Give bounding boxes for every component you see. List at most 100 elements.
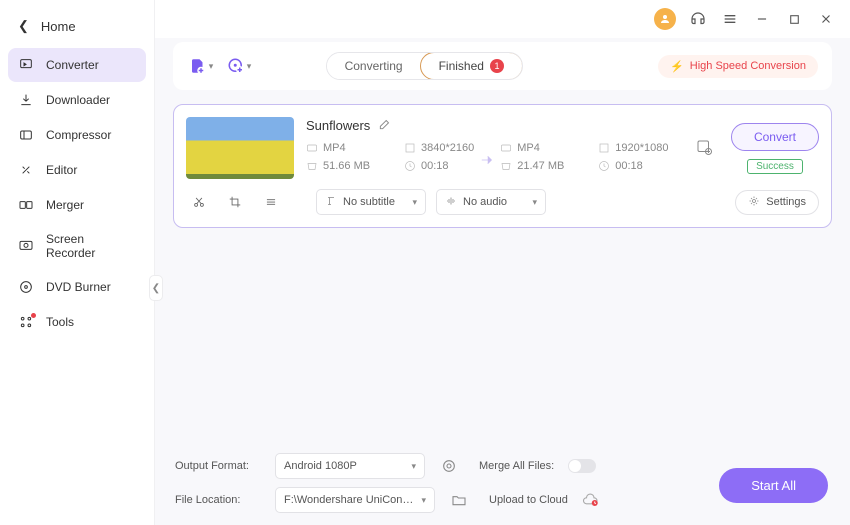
file-location-label: File Location: (175, 494, 261, 506)
user-avatar[interactable] (654, 8, 676, 30)
sidebar-item-downloader[interactable]: Downloader (8, 83, 146, 117)
tab-label: Converting (345, 59, 403, 73)
tools-icon (18, 314, 34, 330)
settings-label: Settings (766, 196, 806, 208)
task-card: Sunflowers MP4 3840*2160 51.66 MB 00:18 (173, 104, 832, 228)
subtitle-icon (325, 195, 337, 210)
sidebar-item-converter[interactable]: Converter (8, 48, 146, 82)
chevron-down-icon: ▾ (411, 461, 416, 472)
sidebar-item-tools[interactable]: Tools (8, 305, 146, 339)
src-duration: 00:18 (421, 160, 449, 172)
main: ▾ ▾ Converting Finished 1 ⚡ High Speed C… (155, 0, 850, 525)
edit-title-icon[interactable] (378, 117, 392, 134)
sidebar-label: Screen Recorder (46, 232, 136, 260)
task-settings-button[interactable]: Settings (735, 190, 819, 215)
video-thumbnail[interactable] (186, 117, 294, 179)
tabs: Converting Finished 1 (326, 52, 523, 80)
merge-label: Merge All Files: (479, 460, 554, 472)
back-home[interactable]: ❮ Home (8, 12, 146, 40)
chevron-down-icon: ▾ (412, 197, 417, 208)
bolt-icon: ⚡ (670, 60, 684, 73)
dst-resolution: 1920*1080 (615, 142, 668, 154)
task-info: Sunflowers MP4 3840*2160 51.66 MB 00:18 (306, 117, 677, 179)
file-location-select[interactable]: F:\Wondershare UniConverter 1 ▾ (275, 487, 435, 513)
sidebar-item-compressor[interactable]: Compressor (8, 118, 146, 152)
back-label: Home (41, 19, 76, 34)
trim-icon[interactable] (186, 190, 212, 214)
nav-list: Converter Downloader Compressor Editor M… (8, 48, 146, 339)
support-icon[interactable] (688, 9, 708, 29)
add-file-icon (189, 57, 207, 75)
finished-count-badge: 1 (490, 59, 504, 73)
tab-converting[interactable]: Converting (327, 53, 421, 79)
collapse-sidebar[interactable]: ❮ (149, 275, 163, 301)
audio-select[interactable]: No audio ▾ (436, 189, 546, 215)
sidebar: ❮ Home Converter Downloader Compressor E… (0, 0, 155, 525)
dvd-burner-icon (18, 279, 34, 295)
chevron-left-icon: ❮ (18, 18, 29, 34)
chevron-down-icon: ▾ (209, 61, 214, 72)
editor-icon (18, 162, 34, 178)
downloader-icon (18, 92, 34, 108)
chevron-down-icon: ▾ (247, 61, 252, 72)
src-size: 51.66 MB (323, 160, 370, 172)
dst-format: MP4 (517, 142, 540, 154)
output-format-value: Android 1080P (284, 460, 357, 472)
src-format: MP4 (323, 142, 346, 154)
chevron-down-icon: ▾ (421, 495, 426, 506)
sidebar-label: Tools (46, 315, 74, 329)
output-format-label: Output Format: (175, 460, 261, 472)
audio-icon (445, 195, 457, 210)
window-maximize[interactable] (784, 9, 804, 29)
content: ▾ ▾ Converting Finished 1 ⚡ High Speed C… (155, 38, 850, 525)
sidebar-item-merger[interactable]: Merger (8, 188, 146, 222)
menu-icon[interactable] (720, 9, 740, 29)
file-location-value: F:\Wondershare UniConverter 1 (284, 494, 415, 506)
dst-duration: 00:18 (615, 160, 643, 172)
output-format-select[interactable]: Android 1080P ▾ (275, 453, 425, 479)
open-folder-icon[interactable] (449, 490, 469, 510)
sidebar-label: Downloader (46, 93, 110, 107)
cloud-icon[interactable] (582, 493, 600, 507)
converter-icon (18, 57, 34, 73)
add-dvd-icon (227, 57, 245, 75)
status-badge: Success (747, 159, 803, 174)
sidebar-item-editor[interactable]: Editor (8, 153, 146, 187)
sidebar-item-dvd-burner[interactable]: DVD Burner (8, 270, 146, 304)
sidebar-label: DVD Burner (46, 280, 111, 294)
gear-icon (748, 195, 760, 210)
subtitle-value: No subtitle (343, 196, 395, 208)
window-close[interactable] (816, 9, 836, 29)
high-speed-label: High Speed Conversion (690, 60, 806, 72)
titlebar (155, 0, 850, 38)
add-file-button[interactable]: ▾ (187, 53, 215, 79)
audio-value: No audio (463, 196, 507, 208)
sidebar-label: Converter (46, 58, 99, 72)
tab-label: Finished (439, 59, 484, 73)
arrow-right-icon (474, 151, 500, 169)
src-resolution: 3840*2160 (421, 142, 474, 154)
more-icon[interactable] (258, 190, 284, 214)
high-speed-toggle[interactable]: ⚡ High Speed Conversion (658, 55, 818, 78)
dst-size: 21.47 MB (517, 160, 564, 172)
chevron-down-icon: ▾ (532, 197, 537, 208)
quick-settings-icon[interactable] (439, 456, 459, 476)
window-minimize[interactable] (752, 9, 772, 29)
sidebar-label: Merger (46, 198, 84, 212)
compressor-icon (18, 127, 34, 143)
crop-icon[interactable] (222, 190, 248, 214)
output-settings-icon[interactable] (689, 138, 719, 159)
add-dvd-button[interactable]: ▾ (225, 53, 253, 79)
start-all-button[interactable]: Start All (719, 468, 828, 503)
sidebar-label: Editor (46, 163, 77, 177)
convert-button[interactable]: Convert (731, 123, 819, 151)
sidebar-item-screen-recorder[interactable]: Screen Recorder (8, 223, 146, 269)
merge-toggle[interactable] (568, 459, 596, 473)
subtitle-select[interactable]: No subtitle ▾ (316, 189, 426, 215)
upload-cloud-label: Upload to Cloud (489, 494, 568, 506)
tab-finished[interactable]: Finished 1 (420, 52, 523, 80)
toolbar: ▾ ▾ Converting Finished 1 ⚡ High Speed C… (173, 42, 832, 90)
task-title: Sunflowers (306, 118, 370, 133)
screen-recorder-icon (18, 238, 34, 254)
sidebar-label: Compressor (46, 128, 111, 142)
